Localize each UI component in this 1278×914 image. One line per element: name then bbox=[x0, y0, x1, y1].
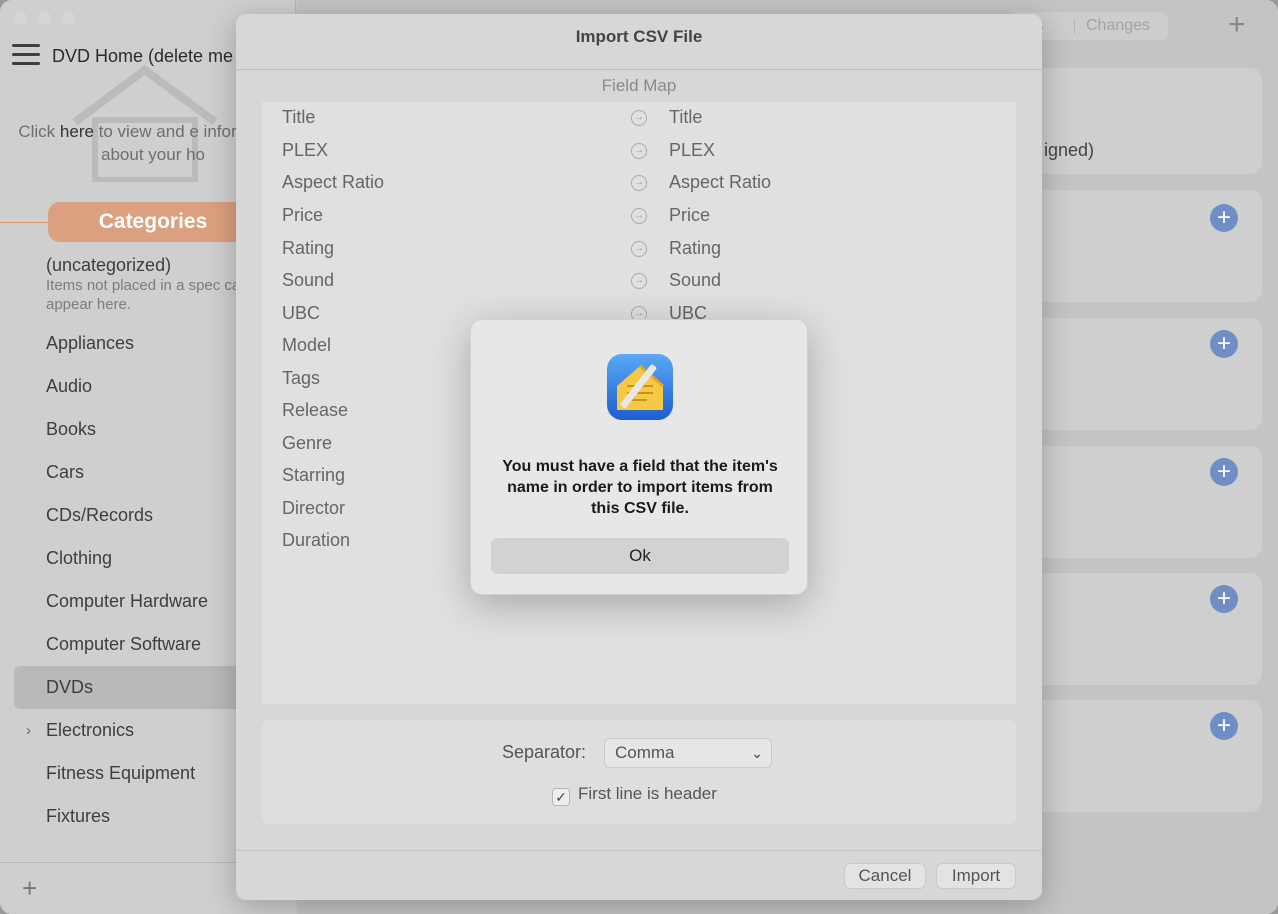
arrow-right-circle-icon: → bbox=[631, 208, 647, 224]
source-field: UBC bbox=[282, 303, 321, 323]
category-label: Computer Software bbox=[46, 634, 202, 654]
target-field[interactable]: Title bbox=[669, 107, 702, 128]
arrow-right-circle-icon: → bbox=[631, 273, 647, 289]
field-map-row[interactable]: Aspect Ratio → Aspect Ratio bbox=[262, 168, 1016, 200]
first-line-header-label: First line is header bbox=[578, 784, 717, 803]
source-field: Title bbox=[282, 107, 316, 127]
category-label: Books bbox=[46, 419, 97, 439]
source-field: Model bbox=[282, 335, 332, 355]
app-window: DVD Home (delete me Click here to view a… bbox=[0, 0, 1278, 914]
target-field[interactable]: Aspect Ratio bbox=[669, 172, 771, 193]
import-options: Separator: Comma ⌄ ✓ First line is header bbox=[262, 720, 1016, 824]
category-label: Clothing bbox=[46, 548, 113, 568]
category-label: Audio bbox=[46, 376, 93, 396]
category-label: DVDs bbox=[46, 677, 94, 697]
field-map-label: Field Map bbox=[601, 76, 677, 95]
ok-button[interactable]: Ok bbox=[491, 538, 789, 574]
category-label: Electronics bbox=[46, 720, 135, 740]
close-window-button[interactable] bbox=[14, 12, 27, 25]
segment-divider bbox=[1074, 18, 1075, 34]
zoom-window-button[interactable] bbox=[62, 12, 75, 25]
hamburger-menu-icon[interactable] bbox=[12, 44, 40, 68]
separator-value: Comma bbox=[615, 743, 675, 762]
add-circle-icon[interactable]: + bbox=[1210, 585, 1238, 613]
arrow-right-circle-icon: → bbox=[631, 110, 647, 126]
field-map-row[interactable]: Rating → Rating bbox=[262, 234, 1016, 266]
add-circle-icon[interactable]: + bbox=[1210, 204, 1238, 232]
source-field: Release bbox=[282, 400, 349, 420]
chevron-down-icon: ⌄ bbox=[751, 745, 763, 761]
target-field[interactable]: PLEX bbox=[669, 140, 715, 161]
category-label: Fitness Equipment bbox=[46, 763, 196, 783]
target-field[interactable]: Price bbox=[669, 205, 710, 226]
source-field: Sound bbox=[282, 270, 335, 290]
add-category-icon[interactable]: + bbox=[22, 873, 37, 904]
arrow-right-circle-icon: → bbox=[631, 241, 647, 257]
source-field: Aspect Ratio bbox=[282, 172, 385, 192]
source-field: Duration bbox=[282, 530, 351, 550]
home-info-link[interactable]: here bbox=[60, 122, 94, 141]
window-controls bbox=[14, 12, 75, 25]
source-field: Tags bbox=[282, 368, 321, 388]
categories-header[interactable]: Categories bbox=[48, 202, 258, 242]
cancel-button[interactable]: Cancel bbox=[844, 863, 926, 889]
app-icon bbox=[607, 354, 673, 420]
field-map-row[interactable]: Price → Price bbox=[262, 201, 1016, 233]
category-label: Computer Hardware bbox=[46, 591, 209, 611]
arrow-right-circle-icon: → bbox=[631, 175, 647, 191]
field-map-row[interactable]: Sound → Sound bbox=[262, 266, 1016, 298]
first-line-header-checkbox[interactable]: ✓ First line is header bbox=[552, 784, 717, 806]
separator-label: Separator: bbox=[502, 742, 587, 762]
import-button[interactable]: Import bbox=[936, 863, 1016, 889]
home-info-prefix: Click bbox=[18, 122, 60, 141]
field-map-row[interactable]: PLEX → PLEX bbox=[262, 136, 1016, 168]
source-field: Director bbox=[282, 498, 346, 518]
source-field: Starring bbox=[282, 465, 346, 485]
category-label: Fixtures bbox=[46, 806, 111, 826]
target-field[interactable]: Sound bbox=[669, 270, 721, 291]
category-label: Cars bbox=[46, 462, 85, 482]
add-circle-icon[interactable]: + bbox=[1210, 712, 1238, 740]
arrow-right-circle-icon: → bbox=[631, 143, 647, 159]
source-field: Rating bbox=[282, 238, 335, 258]
target-field[interactable]: Rating bbox=[669, 238, 721, 259]
source-field: Price bbox=[282, 205, 324, 225]
card-text: igned) bbox=[1044, 140, 1095, 160]
sheet-footer: Cancel Import bbox=[236, 850, 1042, 900]
add-circle-icon[interactable]: + bbox=[1210, 330, 1238, 358]
field-map-row[interactable]: Title → Title bbox=[262, 103, 1016, 135]
add-item-icon[interactable]: + bbox=[1228, 8, 1246, 42]
category-label: Appliances bbox=[46, 333, 135, 353]
alert-message: You must have a field that the item's na… bbox=[502, 458, 778, 517]
alert-dialog: You must have a field that the item's na… bbox=[470, 319, 808, 595]
source-field: Genre bbox=[282, 433, 333, 453]
add-circle-icon[interactable]: + bbox=[1210, 458, 1238, 486]
separator-select[interactable]: Comma ⌄ bbox=[604, 738, 772, 768]
minimize-window-button[interactable] bbox=[38, 12, 51, 25]
checkmark-icon[interactable]: ✓ bbox=[552, 788, 570, 806]
chevron-right-icon[interactable]: › bbox=[26, 709, 31, 752]
source-field: PLEX bbox=[282, 140, 329, 160]
sheet-title: Import CSV File bbox=[236, 14, 1042, 70]
segment-changes[interactable]: Changes bbox=[1086, 12, 1150, 40]
category-label: CDs/Records bbox=[46, 505, 154, 525]
